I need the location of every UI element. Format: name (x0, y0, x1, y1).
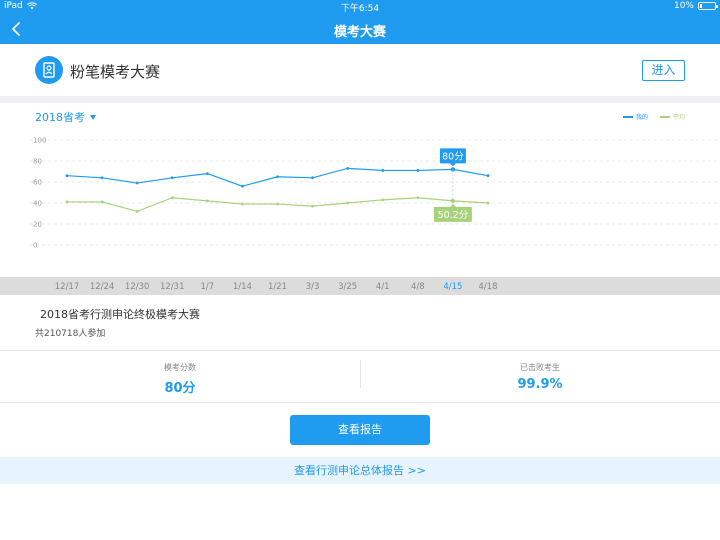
status-time: 下午6:54 (340, 4, 380, 14)
data-point (170, 196, 174, 200)
participant-count: 共210718人参加 (35, 329, 106, 339)
legend-item-average: 平均 (659, 112, 685, 121)
data-point (100, 200, 104, 204)
data-point (65, 174, 69, 178)
section-divider (0, 96, 720, 103)
x-axis-band (0, 277, 720, 295)
data-point (486, 201, 490, 205)
view-report-button[interactable]: 查看报告 (290, 415, 430, 445)
svg-text:50.2分: 50.2分 (438, 210, 469, 221)
score-trend-chart: 100 80 60 40 20 0 80分 50.2分 12/17 12/24 12/30 12/3… (0, 103, 720, 295)
data-point (276, 202, 279, 206)
line-chart: 100 80 60 40 20 0 80分 50.2分 (30, 137, 720, 250)
legend-label-average: 平均 (672, 114, 685, 121)
nav-bar: 模考大赛 (0, 14, 720, 44)
beat-label: 已击败考生 (520, 363, 560, 372)
data-point (416, 196, 420, 200)
legend-swatch-average (659, 115, 670, 118)
data-point (241, 184, 244, 188)
data-point (311, 176, 314, 180)
score-stat: 模考分数 80分 (0, 351, 360, 403)
y-tick-label: 0 (33, 242, 37, 250)
value-callout: 50.2分 (433, 203, 472, 222)
data-point (100, 176, 104, 180)
data-point (416, 169, 420, 172)
y-tick-label: 40 (33, 200, 42, 208)
beat-value: 99.9% (517, 377, 563, 392)
exam-info: 2018省考行测申论终极模考大赛 共210718人参加 (0, 295, 720, 351)
total-report-link[interactable]: 查看行测申论总体报告 >> (0, 457, 720, 484)
year-dropdown-label: 2018省考 (35, 111, 85, 124)
y-tick-label: 20 (33, 221, 42, 229)
y-tick-label: 60 (33, 179, 42, 187)
y-tick-label: 80 (33, 158, 42, 166)
data-point (205, 199, 209, 203)
competition-title: 粉笔模考大赛 (70, 63, 161, 81)
data-point (65, 200, 69, 204)
page-title: 模考大赛 (333, 25, 386, 40)
score-value: 80分 (164, 381, 196, 396)
exam-name: 2018省考行测申论终极模考大赛 (40, 308, 200, 321)
data-point (381, 169, 385, 172)
data-point (276, 175, 279, 179)
data-point (135, 210, 139, 213)
competition-header: 粉笔模考大赛 进入 (0, 44, 720, 96)
beat-stat: 已击败考生 99.9% (360, 351, 720, 403)
result-stats: 模考分数 80分 已击败考生 99.9% (0, 351, 720, 403)
battery-percent: 10% (673, 1, 694, 11)
score-label: 模考分数 (164, 363, 196, 372)
data-point (241, 202, 244, 206)
value-callout: 80分 (439, 148, 466, 167)
data-point (135, 181, 139, 185)
data-point (381, 198, 385, 202)
data-point (311, 204, 314, 208)
svg-text:80分: 80分 (442, 151, 464, 162)
data-point (205, 172, 209, 175)
logo-icon (35, 56, 63, 84)
data-point (170, 176, 174, 180)
status-bar: iPad 下午6:54 10% (0, 0, 720, 14)
year-dropdown[interactable]: 2018省考 (35, 109, 96, 125)
battery-icon (698, 2, 718, 10)
legend-swatch-mine (622, 115, 633, 118)
caret-down-icon (90, 114, 96, 120)
legend-item-mine: 我的 (622, 112, 648, 121)
enter-button[interactable]: 进入 (642, 60, 685, 81)
chart-legend: 我的 平均 (622, 112, 685, 121)
data-point (346, 166, 350, 170)
data-point (486, 174, 490, 178)
y-tick-label: 100 (33, 137, 46, 145)
data-point (346, 201, 350, 205)
legend-label-mine: 我的 (635, 114, 648, 121)
